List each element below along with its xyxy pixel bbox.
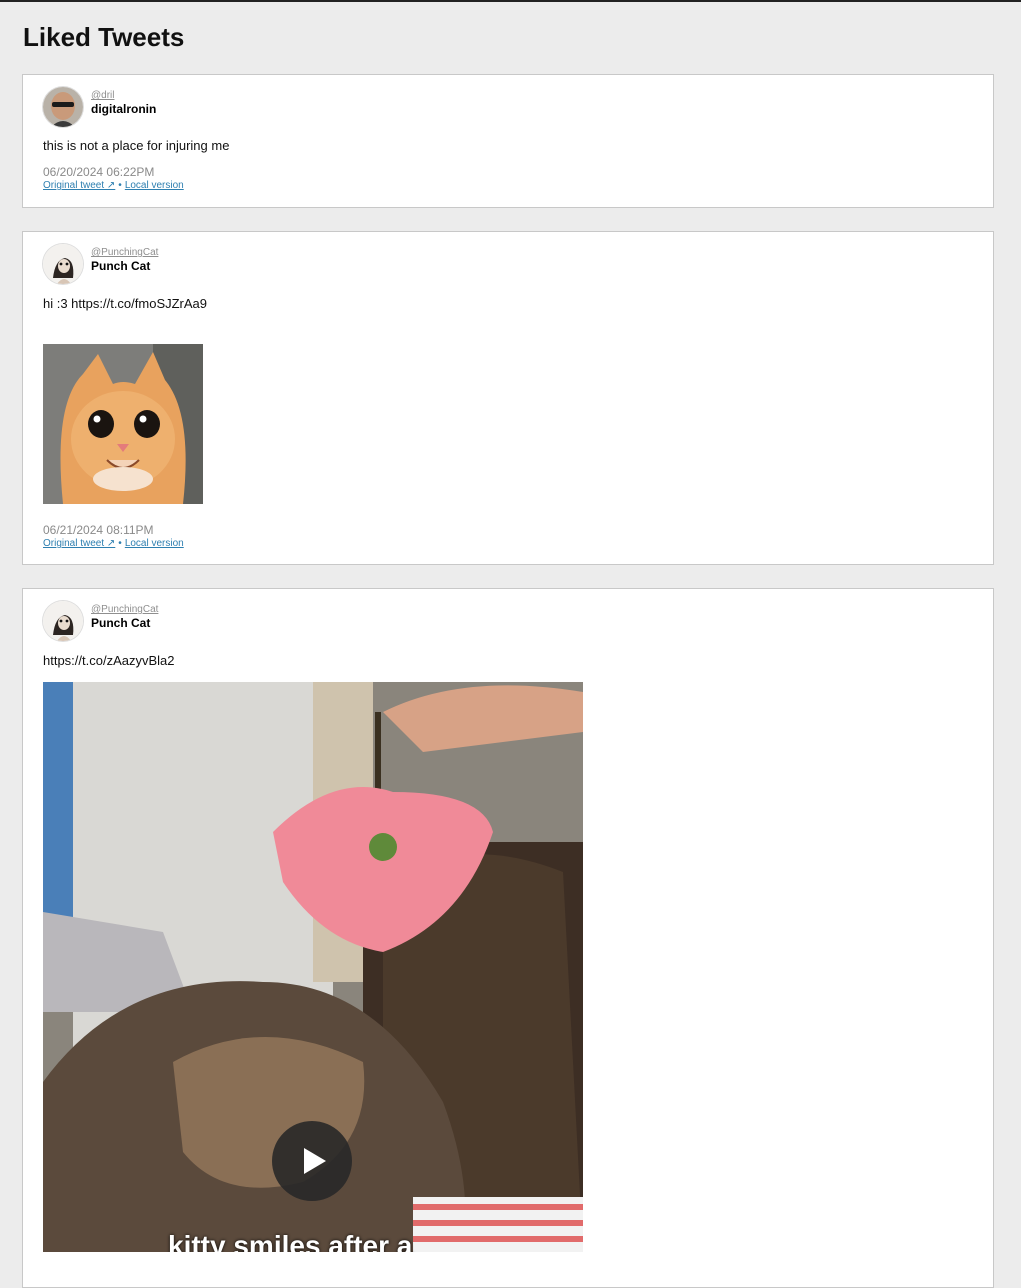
tweet-card: @PunchingCat Punch Cat hi :3 https://t.c… [22,231,994,565]
display-name: digitalronin [91,102,157,116]
tweet-card: @dril digitalronin this is not a place f… [22,74,994,208]
tweet-links: Original tweet ↗ • Local version [43,180,184,192]
link-separator: • [118,180,122,191]
original-tweet-link[interactable]: Original tweet ↗ [43,538,115,549]
display-name: Punch Cat [91,616,151,630]
tweet-card: @PunchingCat Punch Cat https://t.co/zAaz… [22,588,994,1288]
avatar[interactable] [43,87,83,127]
user-handle[interactable]: @PunchingCat [91,604,158,616]
avatar[interactable] [43,601,83,641]
avatar[interactable] [43,244,83,284]
tweet-photo[interactable] [43,344,203,504]
display-name: Punch Cat [91,259,151,273]
tweet-text: https://t.co/zAazyvBla2 [43,653,175,668]
tweet-video[interactable]: kitty smiles after a [43,682,583,1252]
tweet-timestamp: 06/21/2024 08:11PM [43,523,154,537]
local-version-link[interactable]: Local version [125,180,184,191]
tweet-text: hi :3 https://t.co/fmoSJZrAa9 [43,296,208,311]
tweet-timestamp: 06/20/2024 06:22PM [43,165,155,179]
local-version-link[interactable]: Local version [125,538,184,549]
play-button[interactable] [272,1121,352,1201]
tweet-links: Original tweet ↗ • Local version [43,538,184,550]
page-title: Liked Tweets [23,22,185,52]
user-handle[interactable]: @dril [91,90,115,102]
user-handle[interactable]: @PunchingCat [91,247,158,259]
play-icon [304,1148,326,1174]
original-tweet-link[interactable]: Original tweet ↗ [43,180,115,191]
tweet-text: this is not a place for injuring me [43,138,230,153]
link-separator: • [118,538,122,549]
